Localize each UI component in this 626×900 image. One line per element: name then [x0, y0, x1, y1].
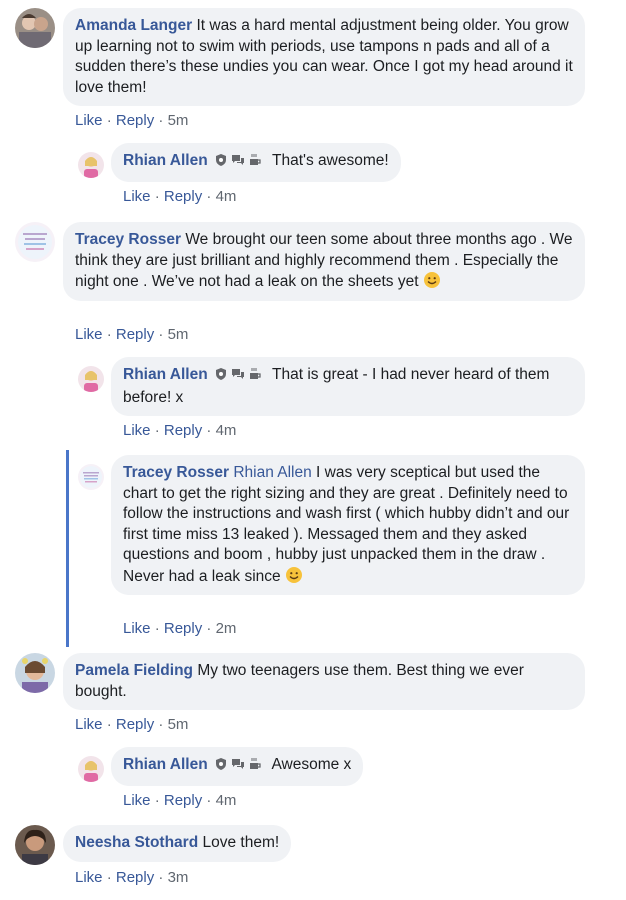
thread-highlight-line — [66, 450, 69, 647]
like-link[interactable]: Like — [75, 112, 103, 129]
comment-actions: Like · Reply · 3m — [75, 868, 188, 888]
comment-actions: Like · Reply · 2m — [123, 619, 236, 639]
separator: · — [106, 716, 112, 733]
avatar-pamela-fielding[interactable] — [15, 653, 55, 693]
like-link[interactable]: Like — [75, 869, 103, 886]
avatar-amanda-langer[interactable] — [15, 8, 55, 48]
like-link[interactable]: Like — [123, 792, 151, 809]
comment-author[interactable]: Amanda Langer — [75, 17, 192, 34]
smiling-face-emoji — [285, 566, 302, 583]
reply-link[interactable]: Reply — [116, 326, 154, 343]
comment-author[interactable]: Tracey Rosser — [75, 231, 181, 248]
separator: · — [206, 620, 212, 637]
separator: · — [158, 112, 164, 129]
mention-link[interactable]: Rhian Allen — [233, 464, 311, 481]
comment-text-line: Never had a leak since — [123, 567, 281, 585]
comment-text: That's awesome! — [272, 152, 389, 169]
comment-timestamp[interactable]: 4m — [216, 188, 237, 205]
comment-author[interactable]: Tracey Rosser — [123, 464, 229, 481]
like-link[interactable]: Like — [75, 716, 103, 733]
like-link[interactable]: Like — [123, 620, 151, 637]
separator: · — [106, 112, 112, 129]
author-badges — [214, 367, 265, 388]
reply-bubble: Tracey Rosser Rhian Allen I was very sce… — [111, 455, 585, 595]
coffee-cup-icon — [250, 154, 261, 165]
comment-author[interactable]: Pamela Fielding — [75, 662, 193, 679]
separator: · — [158, 869, 164, 886]
admin-shield-icon — [216, 758, 226, 770]
comment-author[interactable]: Neesha Stothard — [75, 834, 198, 851]
comment-text: Awesome x — [271, 756, 352, 773]
separator: · — [154, 188, 160, 205]
separator: · — [206, 792, 212, 809]
avatar-neesha-stothard[interactable] — [15, 825, 55, 865]
reply-link[interactable]: Reply — [116, 869, 154, 886]
admin-shield-icon — [216, 154, 226, 166]
separator: · — [158, 326, 164, 343]
coffee-cup-icon — [250, 368, 261, 379]
avatar-rhian-allen[interactable] — [78, 366, 104, 392]
comment-text: Love them! — [202, 834, 280, 851]
reply-bubble: Rhian Allen That is great - I had never … — [111, 357, 585, 416]
admin-shield-icon — [216, 368, 226, 380]
separator: · — [106, 326, 112, 343]
separator: · — [154, 620, 160, 637]
avatar-rhian-allen[interactable] — [78, 756, 104, 782]
chat-bubbles-icon — [232, 369, 244, 379]
coffee-cup-icon — [250, 758, 261, 769]
comment-author[interactable]: Rhian Allen — [123, 756, 208, 773]
comment-timestamp[interactable]: 4m — [216, 422, 237, 439]
comment-actions: Like · Reply · 5m — [75, 325, 188, 345]
comment-author[interactable]: Rhian Allen — [123, 366, 208, 383]
comment-actions: Like · Reply · 4m — [123, 187, 236, 207]
like-link[interactable]: Like — [123, 188, 151, 205]
reply-link[interactable]: Reply — [164, 792, 202, 809]
reply-bubble: Rhian Allen Awesome x — [111, 747, 364, 786]
comment-timestamp[interactable]: 2m — [216, 620, 237, 637]
chat-bubbles-icon — [232, 155, 244, 165]
separator: · — [154, 792, 160, 809]
separator: · — [106, 869, 112, 886]
reply-link[interactable]: Reply — [116, 716, 154, 733]
separator: · — [158, 716, 164, 733]
comment-timestamp[interactable]: 4m — [216, 792, 237, 809]
reply-link[interactable]: Reply — [164, 620, 202, 637]
separator: · — [154, 422, 160, 439]
comment-timestamp[interactable]: 5m — [168, 112, 189, 129]
reply-bubble: Rhian Allen That's awesome! — [111, 143, 401, 182]
chat-bubbles-icon — [232, 759, 244, 769]
comment-timestamp[interactable]: 5m — [168, 716, 189, 733]
comment-bubble: Neesha Stothard Love them! — [63, 825, 292, 862]
avatar-tracey-rosser[interactable] — [15, 222, 55, 262]
reply-link[interactable]: Reply — [164, 188, 202, 205]
like-link[interactable]: Like — [75, 326, 103, 343]
comment-timestamp[interactable]: 5m — [168, 326, 189, 343]
comment-actions: Like · Reply · 5m — [75, 715, 188, 735]
separator: · — [206, 422, 212, 439]
reply-link[interactable]: Reply — [116, 112, 154, 129]
comment-bubble: Tracey Rosser We brought our teen some a… — [63, 222, 585, 301]
comment-actions: Like · Reply · 4m — [123, 791, 236, 811]
comment-bubble: Amanda Langer It was a hard mental adjus… — [63, 8, 585, 106]
author-badges — [214, 757, 265, 778]
comment-actions: Like · Reply · 4m — [123, 421, 236, 441]
comment-author[interactable]: Rhian Allen — [123, 152, 208, 169]
author-badges — [214, 153, 265, 174]
comment-actions: Like · Reply · 5m — [75, 111, 188, 131]
separator: · — [206, 188, 212, 205]
comment-timestamp[interactable]: 3m — [168, 869, 189, 886]
comment-bubble: Pamela Fielding My two teenagers use the… — [63, 653, 585, 710]
like-link[interactable]: Like — [123, 422, 151, 439]
avatar-rhian-allen[interactable] — [78, 152, 104, 178]
avatar-tracey-rosser[interactable] — [78, 464, 104, 490]
smiling-face-emoji — [423, 272, 440, 288]
reply-link[interactable]: Reply — [164, 422, 202, 439]
